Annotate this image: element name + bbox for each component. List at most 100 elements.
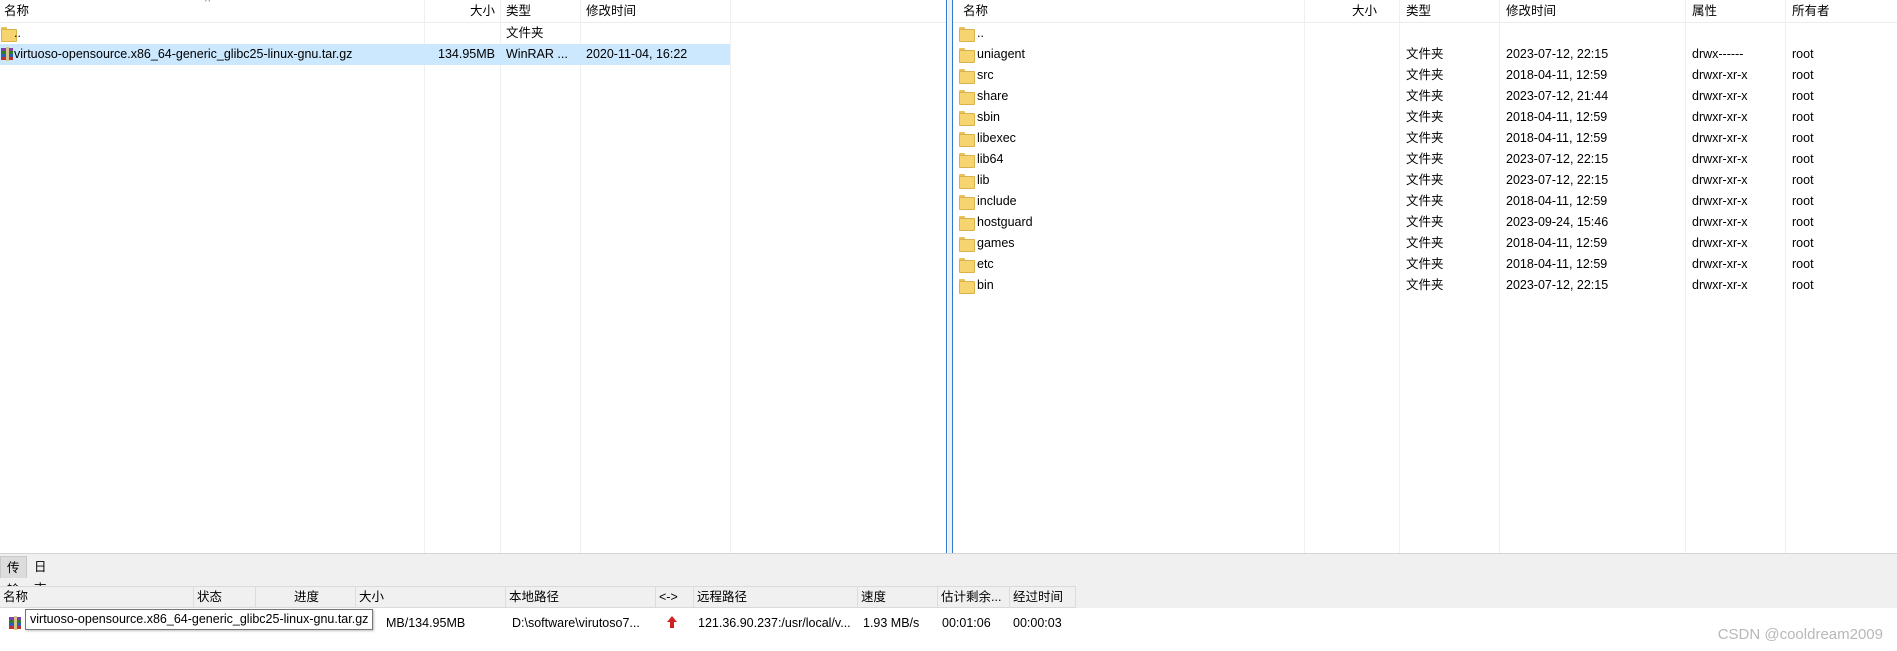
remote-row-permissions: drwxr-xr-x [1692,236,1748,250]
remote-row-owner: root [1792,47,1814,61]
remote-col-modified[interactable]: 修改时间 [1502,0,1682,23]
remote-row-name: hostguard [977,215,1033,229]
folder-icon [959,89,975,105]
tab-log[interactable]: 日志 [28,556,53,596]
remote-row-type: 文件夹 [1406,173,1444,187]
local-row-archive[interactable]: virtuoso-opensource.x86_64-generic_glibc… [0,44,730,65]
remote-row-owner: root [1792,173,1814,187]
remote-row-name: lib [977,173,990,187]
remote-row-owner: root [1792,215,1814,229]
folder-icon [959,110,975,126]
queue-col-remote-path[interactable]: 远程路径 [694,587,858,607]
remote-row-12[interactable]: bin 文件夹 2023-07-12, 22:15 drwxr-xr-x root [953,275,1893,296]
remote-row-type: 文件夹 [1406,47,1444,61]
transfer-elapsed: 00:00:03 [1013,616,1062,630]
folder-icon [959,131,975,147]
remote-row-owner: root [1792,89,1814,103]
remote-col-size[interactable]: 大小 [1305,0,1381,23]
folder-icon [959,47,975,63]
remote-col-type[interactable]: 类型 [1402,0,1498,23]
remote-row-9[interactable]: hostguard 文件夹 2023-09-24, 15:46 drwxr-xr-x r… [953,212,1893,233]
folder-icon [959,68,975,84]
remote-row-2[interactable]: src 文件夹 2018-04-11, 12:59 drwxr-xr-x root [953,65,1893,86]
remote-row-type: 文件夹 [1406,194,1444,208]
remote-row-parent[interactable]: .. [953,23,1893,44]
remote-row-permissions: drwxr-xr-x [1692,278,1748,292]
folder-icon [959,194,975,210]
filename-tooltip: virtuoso-opensource.x86_64-generic_glibc… [25,609,374,630]
remote-col-owner[interactable]: 所有者 [1788,0,1888,23]
remote-row-name: libexec [977,131,1016,145]
transfer-remote-path: 121.36.90.237:/usr/local/v... [698,616,851,630]
sort-ascending-icon: ^ [205,0,211,8]
remote-row-6[interactable]: lib64 文件夹 2023-07-12, 22:15 drwxr-xr-x root [953,149,1893,170]
queue-col-elapsed[interactable]: 经过时间 [1010,587,1076,607]
remote-row-type: 文件夹 [1406,68,1444,82]
queue-col-speed[interactable]: 速度 [858,587,938,607]
queue-col-status[interactable]: 状态 [194,587,256,607]
remote-row-3[interactable]: share 文件夹 2023-07-12, 21:44 drwxr-xr-x root [953,86,1893,107]
remote-row-permissions: drwxr-xr-x [1692,173,1748,187]
queue-col-name[interactable]: 名称 [0,587,194,607]
queue-col-local-path[interactable]: 本地路径 [506,587,656,607]
local-col-name-label: 名称 [4,4,30,18]
queue-col-eta[interactable]: 估计剩余... [938,587,1010,607]
rar-archive-icon [8,616,22,630]
remote-row-11[interactable]: etc 文件夹 2018-04-11, 12:59 drwxr-xr-x root [953,254,1893,275]
remote-row-permissions: drwxr-xr-x [1692,131,1748,145]
transfer-size: MB/134.95MB [386,616,466,630]
remote-row-8[interactable]: include 文件夹 2018-04-11, 12:59 drwxr-xr-x roo… [953,191,1893,212]
remote-file-pane[interactable]: 名称 ˇ 大小 类型 修改时间 属性 所有者 .. uniagent 文件夹 202… [952,0,1897,553]
remote-row-type: 文件夹 [1406,110,1444,124]
remote-row-type: 文件夹 [1406,152,1444,166]
local-row-size [425,23,499,44]
queue-col-progress[interactable]: 进度 [256,587,356,607]
local-col-modified-label: 修改时间 [586,4,637,18]
remote-row-name: sbin [977,110,1000,124]
remote-row-type: 文件夹 [1406,278,1444,292]
upload-arrow-icon [666,616,678,630]
remote-row-type: 文件夹 [1406,236,1444,250]
remote-row-owner: root [1792,152,1814,166]
remote-row-10[interactable]: games 文件夹 2018-04-11, 12:59 drwxr-xr-x root [953,233,1893,254]
remote-row-name: etc [977,257,994,271]
queue-column-header: 名称 状态 进度 大小 本地路径 <-> 远程路径 速度 估计剩余... 经过时… [0,586,1076,608]
remote-row-permissions: drwxr-xr-x [1692,194,1748,208]
local-file-pane[interactable]: 名称 ^ 大小 类型 修改时间 .. 文件夹 virtuoso-opensour… [0,0,947,553]
remote-row-permissions: drwxr-xr-x [1692,89,1748,103]
transfer-eta: 00:01:06 [942,616,991,630]
remote-row-type: 文件夹 [1406,89,1444,103]
local-row-parent[interactable]: .. 文件夹 [0,23,730,44]
remote-row-permissions: drwx------ [1692,47,1744,61]
remote-row-modified: 2018-04-11, 12:59 [1506,257,1608,271]
watermark: CSDN @cooldream2009 [1717,626,1883,643]
remote-row-7[interactable]: lib 文件夹 2023-07-12, 22:15 drwxr-xr-x root [953,170,1893,191]
transfer-speed: 1.93 MB/s [863,616,920,630]
local-row-modified [582,23,727,44]
remote-col-name[interactable]: 名称 [959,0,1309,23]
local-col-type[interactable]: 类型 [502,0,580,23]
remote-row-name: include [977,194,1017,208]
remote-row-1[interactable]: uniagent 文件夹 2023-07-12, 22:15 drwx------ ro… [953,44,1893,65]
remote-row-modified: 2023-09-24, 15:46 [1506,215,1609,229]
local-row-name: virtuoso-opensource.x86_64-generic_glibc… [14,47,353,61]
column-divider [730,0,731,553]
local-row-size: 134.95MB [438,47,495,61]
remote-col-permissions[interactable]: 属性 [1688,0,1784,23]
transfer-panel: 传输 日志 名称 状态 进度 大小 本地路径 <-> 远程路径 速度 估计剩余.… [0,553,1897,651]
remote-row-owner: root [1792,110,1814,124]
remote-row-4[interactable]: sbin 文件夹 2018-04-11, 12:59 drwxr-xr-x root [953,107,1893,128]
remote-col-permissions-label: 属性 [1692,4,1718,18]
queue-col-size[interactable]: 大小 [356,587,506,607]
remote-row-owner: root [1792,68,1814,82]
remote-row-owner: root [1792,131,1814,145]
remote-row-name: lib64 [977,152,1004,166]
local-col-modified[interactable]: 修改时间 [582,0,727,23]
folder-icon [959,173,975,189]
remote-row-name: share [977,89,1009,103]
remote-row-5[interactable]: libexec 文件夹 2018-04-11, 12:59 drwxr-xr-x roo… [953,128,1893,149]
local-col-name[interactable]: 名称 [0,0,424,23]
local-col-size[interactable]: 大小 [425,0,499,23]
queue-col-direction[interactable]: <-> [656,587,694,607]
tab-transfer[interactable]: 传输 [0,556,27,597]
